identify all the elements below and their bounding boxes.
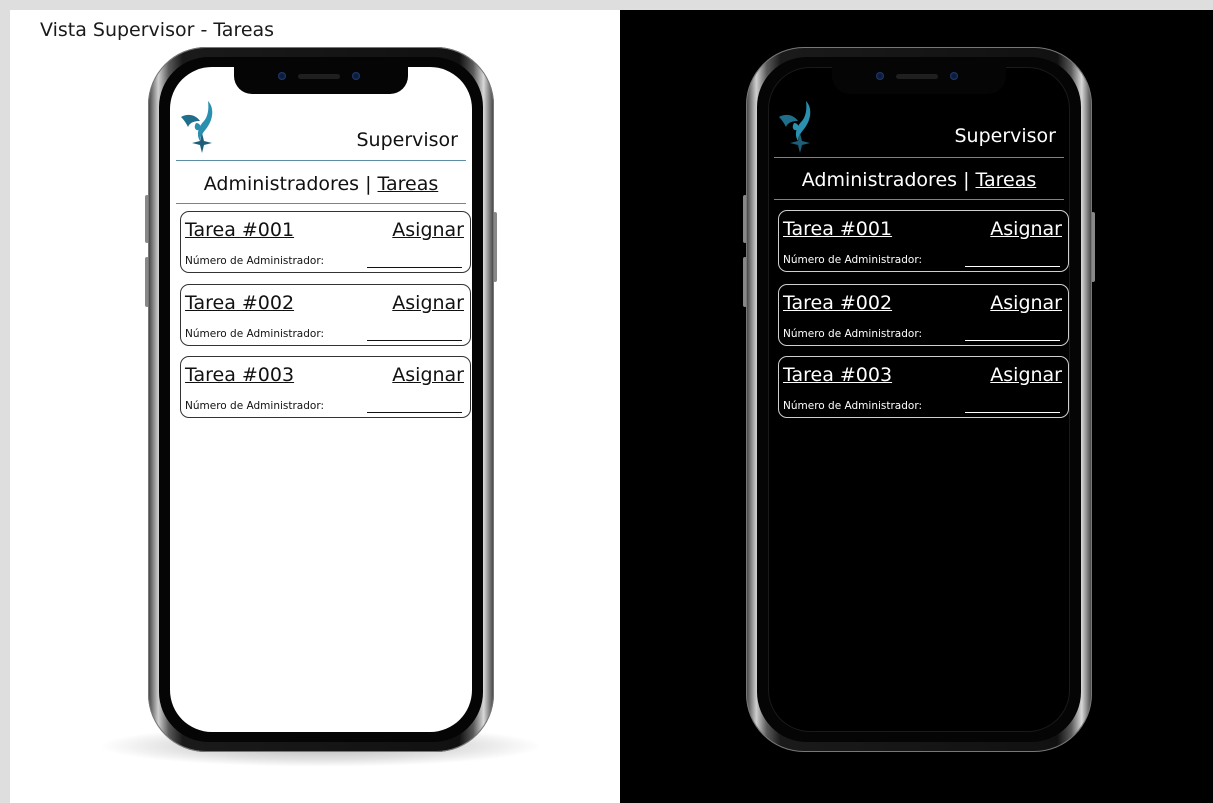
admin-number-label: Número de Administrador:	[185, 328, 324, 340]
task-card: Tarea #001 Asignar Número de Administrad…	[778, 210, 1069, 272]
task-title-link[interactable]: Tarea #003	[185, 364, 294, 386]
admin-number-label: Número de Administrador:	[783, 400, 922, 412]
phone-notch	[234, 67, 408, 94]
task-card: Tarea #002 Asignar Número de Administrad…	[180, 284, 471, 346]
nav-separator: |	[359, 173, 378, 195]
task-card: Tarea #003 Asignar Número de Administrad…	[778, 356, 1069, 418]
nav-separator: |	[957, 169, 976, 191]
canvas-frame-top	[0, 0, 1213, 10]
admin-number-label: Número de Administrador:	[185, 400, 324, 412]
assign-link[interactable]: Asignar	[990, 218, 1062, 240]
phone-screen: Supervisor Administradores | Tareas Tare…	[768, 67, 1070, 732]
nav-link-administradores[interactable]: Administradores	[802, 169, 957, 191]
header-divider	[176, 160, 466, 161]
nav-bar: Administradores | Tareas	[768, 169, 1070, 191]
task-title-link[interactable]: Tarea #002	[185, 292, 294, 314]
nav-divider	[176, 203, 466, 204]
assign-link[interactable]: Asignar	[392, 219, 464, 241]
sensor-icon	[950, 72, 958, 80]
task-title-link[interactable]: Tarea #002	[783, 292, 892, 314]
task-title-link[interactable]: Tarea #003	[783, 364, 892, 386]
speaker-grille	[298, 74, 340, 79]
phone-notch	[832, 67, 1006, 94]
page-title: Vista Supervisor - Tareas	[40, 19, 275, 41]
header-divider	[774, 157, 1064, 158]
speaker-grille	[896, 74, 938, 79]
admin-number-field[interactable]	[367, 412, 462, 413]
assign-link[interactable]: Asignar	[392, 292, 464, 314]
admin-number-field[interactable]	[367, 267, 462, 268]
nav-bar: Administradores | Tareas	[170, 173, 472, 195]
admin-number-label: Número de Administrador:	[783, 328, 922, 340]
phone-screen: Supervisor Administradores | Tareas Tare…	[170, 67, 472, 732]
assign-link[interactable]: Asignar	[990, 364, 1062, 386]
admin-number-label: Número de Administrador:	[783, 254, 922, 266]
task-title-link[interactable]: Tarea #001	[783, 218, 892, 240]
task-title-link[interactable]: Tarea #001	[185, 219, 294, 241]
assign-link[interactable]: Asignar	[392, 364, 464, 386]
sensor-icon	[352, 72, 360, 80]
admin-number-label: Número de Administrador:	[185, 255, 324, 267]
admin-number-field[interactable]	[367, 340, 462, 341]
role-label: Supervisor	[356, 129, 458, 151]
task-card: Tarea #001 Asignar Número de Administrad…	[180, 211, 471, 273]
task-card: Tarea #002 Asignar Número de Administrad…	[778, 284, 1069, 346]
front-camera-icon	[876, 72, 884, 80]
task-card: Tarea #003 Asignar Número de Administrad…	[180, 356, 471, 418]
assign-link[interactable]: Asignar	[990, 292, 1062, 314]
front-camera-icon	[278, 72, 286, 80]
nav-link-tareas[interactable]: Tareas	[378, 173, 439, 195]
admin-number-field[interactable]	[965, 266, 1060, 267]
admin-number-field[interactable]	[965, 340, 1060, 341]
nav-divider	[774, 199, 1064, 200]
bird-star-logo-icon	[181, 101, 213, 153]
bird-star-logo-icon	[779, 101, 811, 153]
nav-link-administradores[interactable]: Administradores	[204, 173, 359, 195]
role-label: Supervisor	[954, 125, 1056, 147]
nav-link-tareas[interactable]: Tareas	[976, 169, 1037, 191]
admin-number-field[interactable]	[965, 412, 1060, 413]
canvas-frame-left	[0, 0, 10, 803]
